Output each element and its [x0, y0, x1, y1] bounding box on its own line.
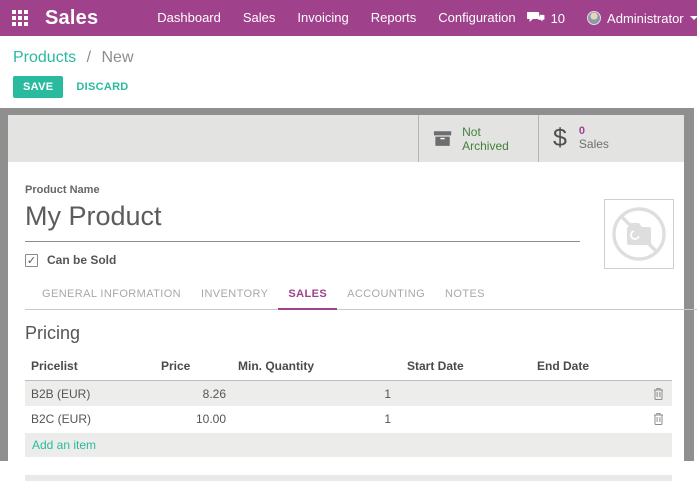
pricing-section-title: Pricing: [25, 323, 684, 344]
archive-box-icon: [433, 130, 452, 147]
breadcrumb-current: New: [102, 49, 134, 66]
next-section-row: [25, 475, 672, 481]
table-row[interactable]: B2B (EUR) 8.26 1: [25, 381, 672, 406]
tab-inventory[interactable]: INVENTORY: [191, 282, 278, 310]
can-be-sold-label: Can be Sold: [47, 253, 116, 267]
can-be-sold-row: ✓ Can be Sold: [25, 253, 684, 267]
product-name-input[interactable]: [25, 198, 580, 242]
apps-grid-icon: [12, 10, 28, 26]
trash-icon: [653, 412, 664, 425]
menu-item-sales[interactable]: Sales: [232, 0, 287, 36]
column-header-actions: [638, 363, 672, 373]
chat-icon: [527, 11, 546, 25]
messages-count: 10: [551, 11, 565, 26]
table-row[interactable]: B2C (EUR) 10.00 1: [25, 406, 672, 431]
menu-item-dashboard[interactable]: Dashboard: [146, 0, 232, 36]
sales-stat-button[interactable]: $ 0 Sales: [538, 115, 684, 162]
chevron-down-icon: [690, 16, 697, 20]
pricing-table: Pricelist Price Min. Quantity Start Date…: [25, 356, 672, 457]
user-menu[interactable]: Administrator: [587, 11, 697, 26]
column-header-min-quantity[interactable]: Min. Quantity: [232, 356, 397, 380]
breadcrumb-separator: /: [87, 49, 91, 66]
form-sheet: Not Archived $ 0 Sales: [8, 115, 684, 461]
not-archived-button[interactable]: Not Archived: [418, 115, 538, 162]
user-name: Administrator: [607, 11, 684, 26]
topbar-right: 10 Administrator: [527, 11, 697, 26]
add-item-row: Add an item: [25, 433, 672, 457]
column-header-start-date[interactable]: Start Date: [397, 356, 527, 380]
messages-button[interactable]: 10: [527, 11, 565, 26]
statusbar: Not Archived $ 0 Sales: [8, 115, 684, 162]
not-archived-label: Not Archived: [462, 125, 524, 153]
delete-row-button[interactable]: [653, 412, 664, 425]
column-header-pricelist[interactable]: Pricelist: [25, 356, 155, 380]
delete-row-button[interactable]: [653, 387, 664, 400]
discard-button[interactable]: DISCARD: [76, 81, 128, 93]
menu-item-configuration[interactable]: Configuration: [427, 0, 526, 36]
camera-no-image-icon: [608, 203, 670, 265]
cell-pricelist[interactable]: B2B (EUR): [25, 387, 155, 401]
product-image-upload[interactable]: [604, 199, 674, 269]
dollar-icon: $: [553, 126, 567, 151]
notebook-tabs: GENERAL INFORMATION INVENTORY SALES ACCO…: [25, 282, 697, 310]
cell-price[interactable]: 8.26: [155, 387, 232, 401]
column-header-price[interactable]: Price: [155, 356, 232, 380]
breadcrumb: Products / New: [13, 49, 697, 67]
breadcrumb-products[interactable]: Products: [13, 49, 76, 66]
product-name-label: Product Name: [25, 184, 684, 196]
avatar: [587, 11, 601, 25]
tab-notes[interactable]: NOTES: [435, 282, 495, 310]
tab-general-information[interactable]: GENERAL INFORMATION: [32, 282, 191, 310]
control-panel: Products / New SAVE DISCARD: [0, 36, 697, 108]
top-menu: Dashboard Sales Invoicing Reports Config…: [146, 0, 526, 36]
pricing-table-header: Pricelist Price Min. Quantity Start Date…: [25, 356, 672, 381]
control-panel-buttons: SAVE DISCARD: [13, 76, 697, 98]
tab-accounting[interactable]: ACCOUNTING: [337, 282, 435, 310]
menu-item-invoicing[interactable]: Invoicing: [286, 0, 359, 36]
cell-price[interactable]: 10.00: [155, 412, 232, 426]
form-region: Not Archived $ 0 Sales: [0, 108, 697, 461]
sheet-body: Product Name ✓ Can be Sold GENERAL INFOR…: [8, 184, 684, 481]
add-an-item-link[interactable]: Add an item: [25, 438, 96, 452]
save-button[interactable]: SAVE: [13, 76, 63, 98]
cell-min-quantity[interactable]: 1: [232, 387, 397, 401]
app-title: Sales: [45, 7, 98, 30]
menu-item-reports[interactable]: Reports: [360, 0, 428, 36]
sales-stat-text: 0 Sales: [579, 125, 609, 151]
trash-icon: [653, 387, 664, 400]
tab-sales[interactable]: SALES: [278, 282, 337, 310]
column-header-end-date[interactable]: End Date: [527, 356, 638, 380]
cell-pricelist[interactable]: B2C (EUR): [25, 412, 155, 426]
can-be-sold-checkbox[interactable]: ✓: [25, 254, 38, 267]
sales-label: Sales: [579, 138, 609, 152]
apps-menu-button[interactable]: [12, 10, 28, 26]
cell-min-quantity[interactable]: 1: [232, 412, 397, 426]
topbar: Sales Dashboard Sales Invoicing Reports …: [0, 0, 697, 36]
